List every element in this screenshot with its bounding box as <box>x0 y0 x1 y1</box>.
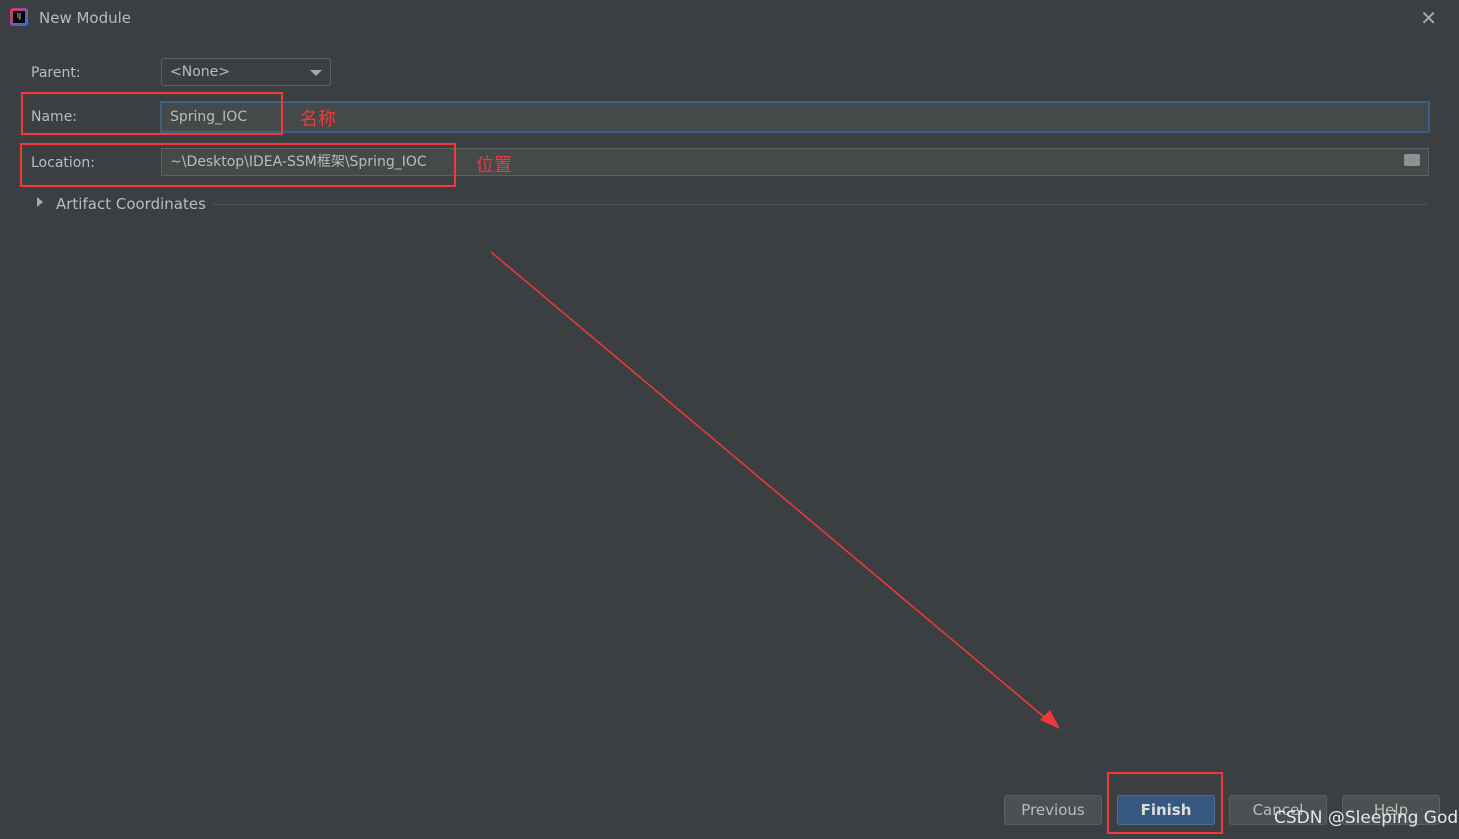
arrow-head <box>1040 710 1060 729</box>
arrow-line <box>490 251 1051 723</box>
watermark: CSDN @Sleeping God <box>1274 808 1459 828</box>
previous-button[interactable]: Previous <box>1004 795 1102 825</box>
annotation-arrow <box>490 251 1060 729</box>
finish-highlight-box <box>1107 772 1223 834</box>
